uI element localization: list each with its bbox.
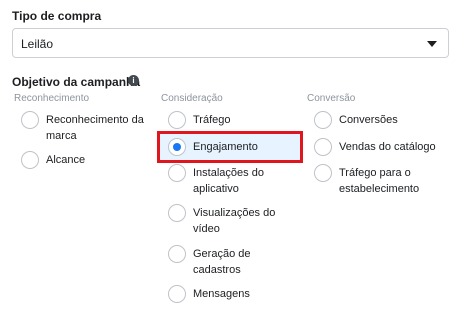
option-label: Vendas do catálogo <box>339 141 436 153</box>
radio-button[interactable] <box>168 285 186 303</box>
radio-button[interactable] <box>168 164 186 182</box>
option-label: Reconhecimento da marca <box>46 114 144 142</box>
objective-option-brand-awareness[interactable]: Reconhecimento da marca <box>21 111 151 145</box>
objective-option-engagement[interactable]: Engajamento <box>168 138 298 156</box>
radio-button[interactable] <box>314 111 332 129</box>
option-label: Geração de cadastros <box>193 248 251 276</box>
option-label: Instalações do aplicativo <box>193 167 264 195</box>
chevron-down-icon[interactable] <box>427 41 437 47</box>
radio-button[interactable] <box>168 245 186 263</box>
objective-option-catalog-sales[interactable]: Vendas do catálogo <box>314 138 454 156</box>
objective-option-reach[interactable]: Alcance <box>21 151 151 169</box>
radio-button[interactable] <box>21 111 39 129</box>
purchase-type-value: Leilão <box>21 37 54 51</box>
purchase-type-label: Tipo de compra <box>12 9 102 23</box>
radio-button[interactable] <box>314 164 332 182</box>
option-label: Engajamento <box>193 141 258 153</box>
purchase-type-select[interactable]: Leilão <box>12 28 449 58</box>
objective-option-app-installs[interactable]: Instalações do aplicativo <box>168 164 298 198</box>
option-label: Mensagens <box>193 288 250 300</box>
option-label: Tráfego <box>193 114 231 126</box>
radio-button[interactable] <box>168 111 186 129</box>
campaign-settings-panel: Tipo de compra Leilão Objetivo da campan… <box>0 0 461 324</box>
campaign-objective-label: Objetivo da campanha <box>12 75 141 89</box>
column-header-conversion: Conversão <box>307 93 356 104</box>
radio-button[interactable] <box>314 138 332 156</box>
option-label: Alcance <box>46 154 86 166</box>
radio-button[interactable] <box>168 204 186 222</box>
option-label: Tráfego para o estabelecimento <box>339 167 420 195</box>
option-label: Visualizações do vídeo <box>193 207 276 235</box>
info-icon[interactable]: i <box>128 75 139 86</box>
objective-option-store-traffic[interactable]: Tráfego para o estabelecimento <box>314 164 454 198</box>
radio-button[interactable] <box>21 151 39 169</box>
column-header-consideration: Consideração <box>161 93 223 104</box>
objective-option-messages[interactable]: Mensagens <box>168 285 298 303</box>
option-label: Conversões <box>339 114 398 126</box>
objective-option-lead-generation[interactable]: Geração de cadastros <box>168 245 298 279</box>
objective-option-traffic[interactable]: Tráfego <box>168 111 298 129</box>
objective-option-video-views[interactable]: Visualizações do vídeo <box>168 204 298 238</box>
radio-button-checked[interactable] <box>168 138 186 156</box>
objective-option-conversions[interactable]: Conversões <box>314 111 454 129</box>
column-header-awareness: Reconhecimento <box>14 93 90 104</box>
